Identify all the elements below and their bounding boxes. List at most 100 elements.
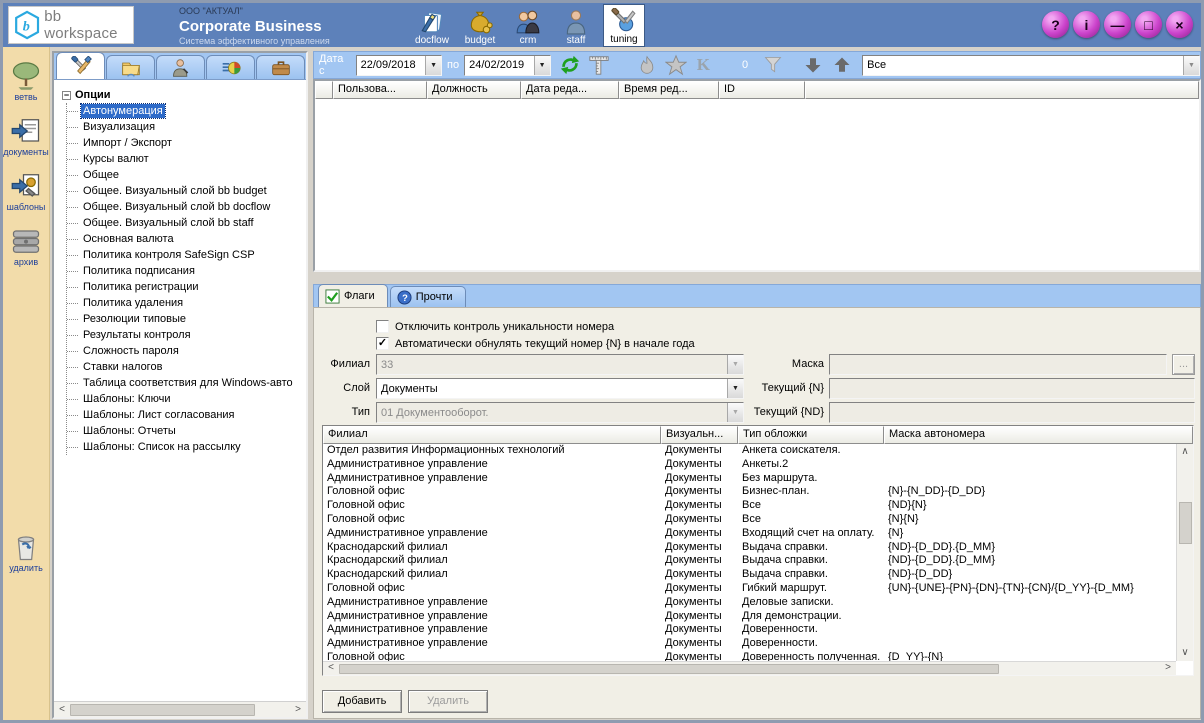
column-header[interactable]: Визуальн... — [661, 426, 738, 444]
table-row[interactable]: Административное управлениеДокументыДело… — [323, 596, 1176, 610]
tree-item[interactable]: Таблица соответствия для Windows-авто — [67, 375, 306, 391]
tree-hscrollbar[interactable]: < > — [54, 701, 306, 717]
table-row[interactable]: Головной офисДокументыБизнес-план.{N}-{N… — [323, 485, 1176, 499]
mask-browse-button[interactable]: ... — [1172, 354, 1195, 375]
sidebar-item-templates[interactable]: шаблоны — [7, 171, 46, 212]
tab-chart[interactable] — [206, 55, 255, 79]
filial-combo[interactable]: 33 ▼ — [376, 354, 744, 375]
type-combo[interactable]: 01 Документооборот. ▼ — [376, 402, 744, 423]
tree-item[interactable]: Импорт / Экспорт — [67, 135, 306, 151]
tree-item[interactable]: Шаблоны: Ключи — [67, 391, 306, 407]
table-row[interactable]: Административное управлениеДокументыВход… — [323, 527, 1176, 541]
current-n-field[interactable] — [829, 378, 1195, 399]
ruler-button[interactable] — [588, 53, 611, 77]
tree-item[interactable]: Шаблоны: Лист согласования — [67, 407, 306, 423]
sidebar-item-archive[interactable]: архив — [11, 226, 41, 267]
column-header[interactable]: Должность — [427, 81, 521, 99]
add-button[interactable]: Добавить — [322, 690, 402, 713]
module-tuning[interactable]: tuning — [603, 4, 645, 47]
table-row[interactable]: Краснодарский филиалДокументыВыдача спра… — [323, 568, 1176, 582]
tree-item[interactable]: Политика регистрации — [67, 279, 306, 295]
scroll-right-icon[interactable]: > — [290, 702, 306, 718]
tab-flags[interactable]: Флаги — [318, 284, 388, 307]
table-row[interactable]: Краснодарский филиалДокументыВыдача спра… — [323, 541, 1176, 555]
tab-person[interactable] — [156, 55, 205, 79]
tree-item[interactable]: Политика контроля SafeSign CSP — [67, 247, 306, 263]
tree-item[interactable]: Автонумерация — [67, 103, 306, 119]
info-button[interactable]: i — [1073, 11, 1100, 38]
scrollbar-thumb[interactable] — [339, 664, 999, 674]
scroll-left-icon[interactable]: < — [323, 662, 339, 675]
flame-button[interactable] — [636, 53, 659, 77]
table-row[interactable]: Головной офисДокументыДоверенность получ… — [323, 651, 1176, 661]
refresh-button[interactable] — [559, 53, 582, 77]
minimize-button[interactable]: — — [1104, 11, 1131, 38]
date-from-combo[interactable]: 22/09/2018 ▼ — [356, 55, 442, 76]
layer-combo[interactable]: Документы ▼ — [376, 378, 744, 399]
checkbox-unique-control[interactable]: Отключить контроль уникальности номера — [376, 320, 614, 333]
chevron-down-icon[interactable]: ▼ — [534, 56, 550, 75]
sidebar-item-delete[interactable]: удалить — [9, 532, 43, 573]
favorite-button[interactable] — [665, 53, 688, 77]
maximize-button[interactable]: □ — [1135, 11, 1162, 38]
column-header[interactable]: Время ред... — [619, 81, 719, 99]
mask-field[interactable] — [829, 354, 1167, 375]
tree-item[interactable]: Шаблоны: Отчеты — [67, 423, 306, 439]
delete-button[interactable]: Удалить — [408, 690, 488, 713]
column-header[interactable] — [315, 81, 333, 99]
filter-button[interactable] — [761, 53, 784, 77]
tree-item[interactable]: Курсы валют — [67, 151, 306, 167]
current-nd-field[interactable] — [829, 402, 1195, 423]
tree-item[interactable]: Ставки налогов — [67, 359, 306, 375]
chevron-down-icon[interactable]: ▼ — [425, 56, 441, 75]
table-row[interactable]: Головной офисДокументыВсе{N}{N} — [323, 513, 1176, 527]
column-header[interactable]: Филиал — [323, 426, 661, 444]
table-row[interactable]: Краснодарский филиалДокументыВыдача спра… — [323, 554, 1176, 568]
chevron-down-icon[interactable]: ▼ — [1183, 56, 1199, 75]
table-row[interactable]: Административное управлениеДокументыБез … — [323, 472, 1176, 486]
table-row[interactable]: Головной офисДокументыГибкий маршрут.{UN… — [323, 582, 1176, 596]
tree-item[interactable]: Визуализация — [67, 119, 306, 135]
checkbox-unchecked-icon[interactable] — [376, 320, 389, 333]
tree-item[interactable]: Резолюции типовые — [67, 311, 306, 327]
collapse-icon[interactable]: − — [62, 91, 71, 100]
table-vscrollbar[interactable]: ∧ ∨ — [1176, 444, 1193, 661]
tree-item[interactable]: Сложность пароля — [67, 343, 306, 359]
move-up-button[interactable] — [830, 53, 853, 77]
tab-tools[interactable] — [56, 52, 105, 79]
table-row[interactable]: Административное управлениеДокументыДове… — [323, 623, 1176, 637]
scrollbar-thumb[interactable] — [1179, 502, 1192, 544]
scroll-left-icon[interactable]: < — [54, 702, 70, 718]
top-table-body[interactable] — [315, 99, 1199, 270]
checkbox-reset-control[interactable]: ✓ Автоматически обнулять текущий номер {… — [376, 337, 695, 350]
tab-other[interactable]: ? Прочти — [390, 286, 466, 307]
scroll-right-icon[interactable]: > — [1160, 662, 1176, 675]
chevron-down-icon[interactable]: ▼ — [727, 379, 743, 398]
view-filter-combo[interactable]: Все ▼ — [862, 55, 1200, 76]
module-docflow[interactable]: docflow — [411, 4, 453, 47]
tree-item[interactable]: Общее — [67, 167, 306, 183]
scrollbar-thumb[interactable] — [70, 704, 255, 716]
date-to-combo[interactable]: 24/02/2019 ▼ — [464, 55, 550, 76]
module-budget[interactable]: budget — [459, 4, 501, 47]
close-button[interactable]: × — [1166, 11, 1193, 38]
tree-item[interactable]: Общее. Визуальный слой bb staff — [67, 215, 306, 231]
tree-item[interactable]: Политика удаления — [67, 295, 306, 311]
tab-briefcase[interactable] — [256, 55, 305, 79]
help-button[interactable]: ? — [1042, 11, 1069, 38]
tree-item[interactable]: Общее. Визуальный слой bb docflow — [67, 199, 306, 215]
sidebar-item-branch[interactable]: ветвь — [11, 61, 41, 102]
column-header[interactable] — [805, 81, 1199, 99]
panel-splitter[interactable] — [313, 272, 1201, 284]
module-staff[interactable]: staff — [555, 4, 597, 47]
table-row[interactable]: Отдел развития Информационных технологий… — [323, 444, 1176, 458]
k-button[interactable]: K — [697, 55, 710, 75]
scroll-up-icon[interactable]: ∧ — [1177, 444, 1193, 460]
column-header[interactable]: ID — [719, 81, 805, 99]
column-header[interactable]: Тип обложки — [738, 426, 884, 444]
column-header[interactable]: Маска автономера — [884, 426, 1193, 444]
tree-item[interactable]: Общее. Визуальный слой bb budget — [67, 183, 306, 199]
tree-root-options[interactable]: − Опции — [62, 87, 306, 103]
column-header[interactable]: Дата реда... — [521, 81, 619, 99]
module-crm[interactable]: crm — [507, 4, 549, 47]
